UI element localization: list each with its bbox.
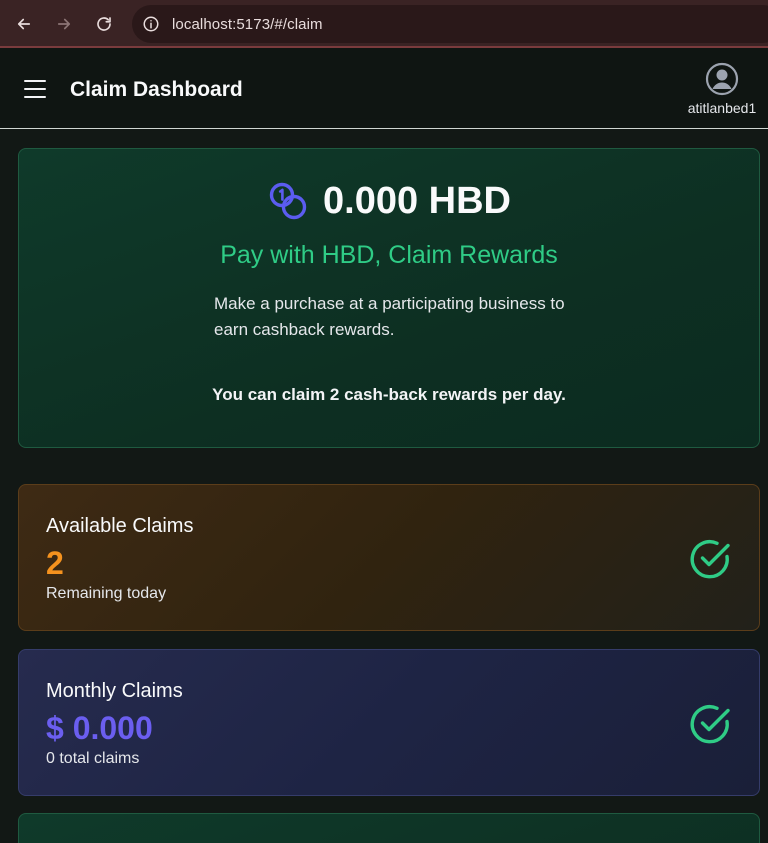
balance-row: 0.000 HBD <box>19 179 759 223</box>
check-circle-icon <box>690 705 730 744</box>
monthly-claims-label: Monthly Claims <box>46 680 183 702</box>
hamburger-menu-icon[interactable] <box>22 78 48 100</box>
hero-subtitle: Pay with HBD, Claim Rewards <box>220 241 558 269</box>
monthly-claims-value: $ 0.000 <box>46 710 153 746</box>
username[interactable]: atitlanbed1 <box>680 100 764 116</box>
address-bar[interactable]: localhost:5173/#/claim <box>132 5 768 43</box>
balance-card: 0.000 HBD Pay with HBD, Claim Rewards Ma… <box>18 148 760 448</box>
browser-toolbar: localhost:5173/#/claim <box>0 0 768 48</box>
coins-icon <box>269 182 307 220</box>
reload-button[interactable] <box>84 0 124 48</box>
user-avatar-icon[interactable] <box>705 62 739 96</box>
page-title: Claim Dashboard <box>70 78 243 101</box>
info-icon[interactable] <box>142 15 160 33</box>
next-card <box>18 813 760 843</box>
app-header: Claim Dashboard atitlanbed1 <box>0 48 768 129</box>
hbd-balance: 0.000 HBD <box>323 179 511 222</box>
user-menu[interactable]: atitlanbed1 <box>680 62 764 118</box>
available-claims-card: Available Claims 2 Remaining today <box>18 484 760 631</box>
reload-icon <box>97 17 111 31</box>
forward-button[interactable] <box>44 0 84 48</box>
arrow-right-icon <box>57 18 71 30</box>
url-text[interactable]: localhost:5173/#/claim <box>172 16 323 33</box>
available-claims-sub: Remaining today <box>46 585 167 602</box>
daily-limit-note: You can claim 2 cash-back rewards per da… <box>212 385 566 404</box>
hero-description: Make a purchase at a participating busin… <box>214 294 565 339</box>
monthly-claims-card: Monthly Claims $ 0.000 0 total claims <box>18 649 760 796</box>
back-button[interactable] <box>4 0 44 48</box>
available-claims-label: Available Claims <box>46 515 194 537</box>
available-claims-value: 2 <box>46 545 64 581</box>
check-circle-icon <box>690 540 730 579</box>
monthly-claims-sub: 0 total claims <box>46 750 140 767</box>
arrow-left-icon <box>17 18 31 30</box>
